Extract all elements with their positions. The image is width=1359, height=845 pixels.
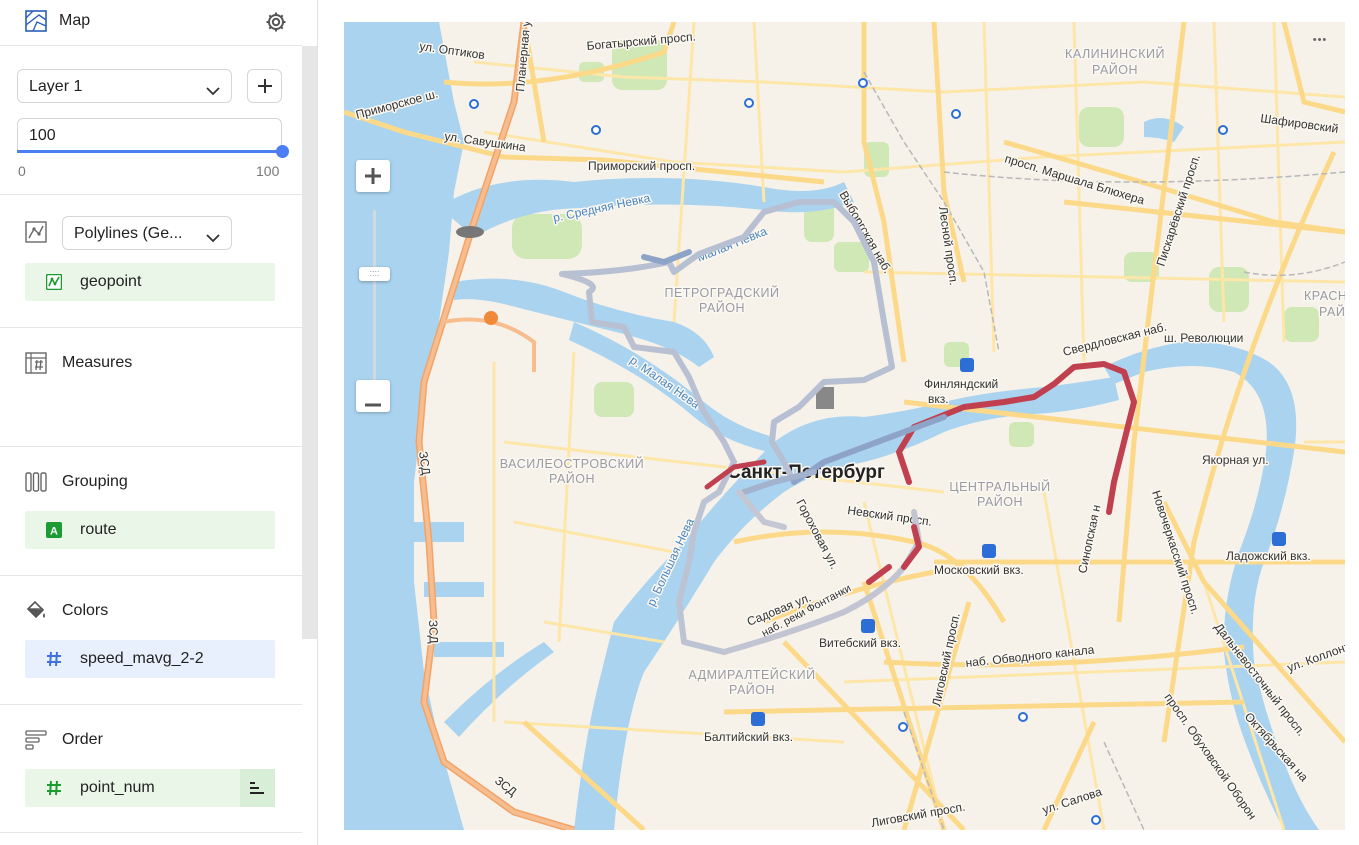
order-section: Order point_num xyxy=(0,705,302,833)
opacity-range-min: 0 xyxy=(18,163,26,179)
map-layer: КАЛИНИНСКИЙ РАЙОН ПЕТРОГРАДСКИЙ РАЙОН ВА… xyxy=(344,22,1345,830)
text-field-glyph: A xyxy=(50,526,58,538)
geometry-type-value: Polylines (Ge... xyxy=(74,225,183,242)
opacity-input[interactable]: 100 xyxy=(17,118,282,152)
field-chip-geopoint[interactable]: geopoint xyxy=(25,263,275,301)
map-canvas[interactable]: КАЛИНИНСКИЙ РАЙОН ПЕТРОГРАДСКИЙ РАЙОН ВА… xyxy=(344,22,1345,830)
district-label: РАЙОН xyxy=(729,682,775,697)
geometry-type-select[interactable]: Polylines (Ge... xyxy=(62,216,232,250)
measures-section: Measures xyxy=(0,328,302,447)
sort-direction-button[interactable] xyxy=(240,769,275,807)
gear-icon[interactable] xyxy=(264,10,288,38)
measures-title: Measures xyxy=(62,354,133,371)
station-label: Московский вкз. xyxy=(934,563,1024,577)
opacity-value: 100 xyxy=(29,127,56,144)
opacity-range-max: 100 xyxy=(256,163,280,179)
street-label: ш. Революции xyxy=(1164,331,1243,345)
field-chip-label: point_num xyxy=(80,779,155,796)
district-label: РАЙОН xyxy=(1092,62,1138,77)
district-label: КРАСНОГВА xyxy=(1304,289,1345,303)
street-label: Приморский просп. xyxy=(588,159,695,173)
order-icon xyxy=(24,727,48,751)
text-field-icon: A xyxy=(46,522,62,538)
sort-icon xyxy=(249,781,265,799)
plus-icon xyxy=(257,78,273,98)
zoom-out-button[interactable] xyxy=(356,380,390,412)
zoom-slider-track[interactable] xyxy=(373,210,376,400)
highway-label: ЗСД xyxy=(426,620,441,644)
station-label: Финляндский xyxy=(924,377,998,391)
station-label: вкз. xyxy=(928,392,949,406)
panel-header: Map xyxy=(0,0,302,46)
district-label: ПЕТРОГРАДСКИЙ xyxy=(664,285,779,300)
colors-section: Colors speed_mavg_2-2 xyxy=(0,576,302,705)
stadium-icon xyxy=(456,226,484,238)
district-label: РАЙОН xyxy=(549,471,595,486)
layer-section: Layer 1 100 0 100 xyxy=(0,46,302,195)
more-options-button[interactable]: ••• xyxy=(1307,30,1333,50)
chevron-down-icon xyxy=(206,230,220,248)
gas-station-icon xyxy=(484,311,498,325)
field-chip-point-num[interactable]: point_num xyxy=(25,769,275,807)
grouping-section: Grouping A route xyxy=(0,447,302,576)
district-label: РАЙОН xyxy=(699,300,745,315)
paint-bucket-icon xyxy=(24,598,48,622)
district-label: АДМИРАЛТЕЙСКИЙ xyxy=(688,667,815,682)
order-title: Order xyxy=(62,731,103,748)
district-label: ЦЕНТРАЛЬНЫЙ xyxy=(949,479,1050,494)
chevron-down-icon xyxy=(206,83,220,101)
geometry-section: Polylines (Ge... geopoint xyxy=(0,195,302,328)
colors-title: Colors xyxy=(62,602,109,619)
field-chip-label: speed_mavg_2-2 xyxy=(80,650,204,667)
panel-scrollbar[interactable] xyxy=(302,46,317,639)
number-field-icon xyxy=(46,780,62,796)
field-chip-label: route xyxy=(80,521,117,538)
field-chip-label: geopoint xyxy=(80,273,142,290)
number-field-icon xyxy=(46,651,62,667)
map-icon xyxy=(25,10,47,36)
geo-field-icon xyxy=(45,273,63,291)
zoom-slider-handle[interactable]: :::: xyxy=(359,267,390,281)
opacity-slider-track[interactable] xyxy=(17,150,282,153)
grouping-icon xyxy=(24,470,48,494)
visualization-type-label: Map xyxy=(59,12,91,29)
station-label: Ладожский вкз. xyxy=(1226,549,1311,563)
layer-select-value: Layer 1 xyxy=(29,78,83,95)
field-chip-route[interactable]: A route xyxy=(25,511,275,549)
district-label: КАЛИНИНСКИЙ xyxy=(1065,46,1165,61)
street-label: Якорная ул. xyxy=(1202,453,1269,467)
add-layer-button[interactable] xyxy=(247,69,282,103)
minus-icon xyxy=(364,394,382,411)
district-label: РАЙОН xyxy=(1319,304,1345,319)
field-chip-speed[interactable]: speed_mavg_2-2 xyxy=(25,640,275,678)
grouping-title: Grouping xyxy=(62,473,128,490)
visualization-settings-panel: Map Layer 1 100 0 100 Polylines (Ge... g… xyxy=(0,0,318,845)
geometry-type-icon xyxy=(24,220,48,244)
zoom-in-button[interactable] xyxy=(356,160,390,192)
plus-icon xyxy=(364,167,382,189)
station-label: Балтийский вкз. xyxy=(704,730,793,744)
opacity-slider-handle[interactable] xyxy=(276,145,289,158)
station-label: Витебский вкз. xyxy=(819,636,901,650)
measures-icon xyxy=(24,351,48,375)
district-label: ВАСИЛЕОСТРОВСКИЙ xyxy=(500,456,645,471)
layer-select[interactable]: Layer 1 xyxy=(17,69,232,103)
district-label: РАЙОН xyxy=(977,494,1023,509)
